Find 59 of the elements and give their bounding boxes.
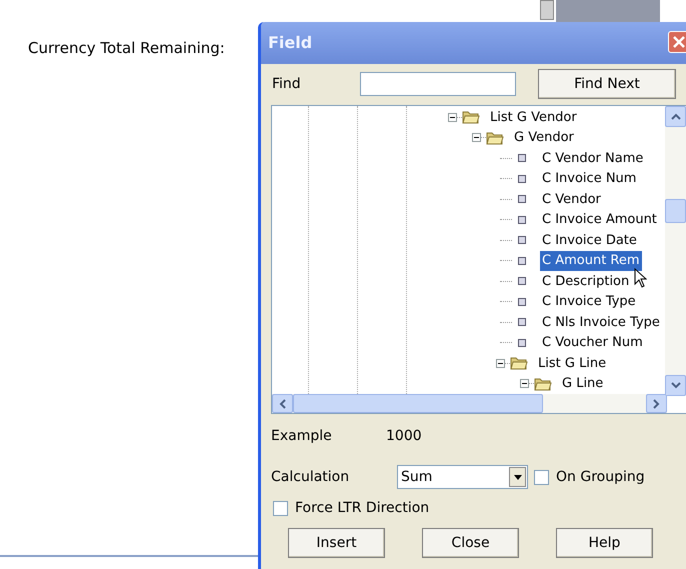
window-title: Field [268,32,312,54]
checkbox[interactable] [534,470,549,484]
field-icon [518,338,526,347]
checkbox[interactable] [273,500,288,516]
horizontal-scrollbar[interactable] [272,394,667,413]
scroll-down-icon[interactable] [665,375,686,396]
collapse-toggle[interactable] [520,379,529,388]
field-icon [518,236,526,244]
tree-item[interactable]: C Nls Invoice Type [540,312,662,332]
tree-item[interactable]: List G Vendor [488,108,579,127]
find-label: Find [272,74,302,94]
folder-icon [486,130,504,145]
collapse-toggle[interactable] [472,133,481,142]
tree-item[interactable]: C Invoice Amount [540,210,659,230]
field-icon [518,256,526,265]
tree-item[interactable]: C Amount Rem [540,251,642,270]
example-value: 1000 [386,426,422,446]
tree-item[interactable]: C Voucher Num [540,333,645,352]
scroll-thumb[interactable] [665,199,686,223]
tree-item[interactable]: List G Line [536,354,608,373]
folder-icon [462,110,480,124]
folder-icon [534,376,552,391]
scroll-right-icon[interactable] [646,394,667,413]
field-label: Currency Total Remaining: [28,39,225,57]
tree-item[interactable]: C Invoice Num [540,169,638,188]
dialog-button[interactable]: Help [556,528,653,558]
folder-icon [510,356,528,370]
find-field[interactable] [360,72,516,96]
find-next-button[interactable]: Find Next [538,69,676,99]
scroll-grip-icon [540,0,554,20]
mouse-pointer-icon [634,268,647,288]
example-label: Example [271,426,333,446]
tree-item[interactable]: G Line [560,374,606,394]
dialog-button[interactable]: Insert [288,528,385,558]
checkbox-label: On Grouping [556,468,645,486]
field-icon [518,154,526,162]
tree-item[interactable]: G Vendor [512,128,576,148]
dialog-button[interactable]: Close [422,528,519,558]
field-icon [518,318,526,326]
field-icon [518,216,526,224]
calculation-label: Calculation [271,468,350,486]
field-icon [518,298,526,306]
close-icon[interactable] [668,31,686,53]
tree-item[interactable]: C Vendor Name [540,148,646,168]
field-icon [518,277,526,286]
tree-item[interactable]: C Invoice Type [540,292,638,312]
checkbox-label: Force LTR Direction [295,498,430,518]
vertical-scrollbar[interactable] [665,106,686,396]
scroll-up-icon[interactable] [665,106,686,127]
calculation-dropdown[interactable]: Sum [397,465,528,489]
collapse-toggle[interactable] [496,358,505,368]
field-icon [518,195,526,204]
tree-item[interactable]: C Description [540,272,632,291]
tree-item[interactable]: C Invoice Date [540,230,639,250]
collapse-toggle[interactable] [448,112,457,122]
tree-item[interactable]: C Vendor [540,190,603,209]
field-icon [518,174,526,183]
scroll-thumb[interactable] [293,394,543,413]
scroll-left-icon[interactable] [272,394,293,413]
